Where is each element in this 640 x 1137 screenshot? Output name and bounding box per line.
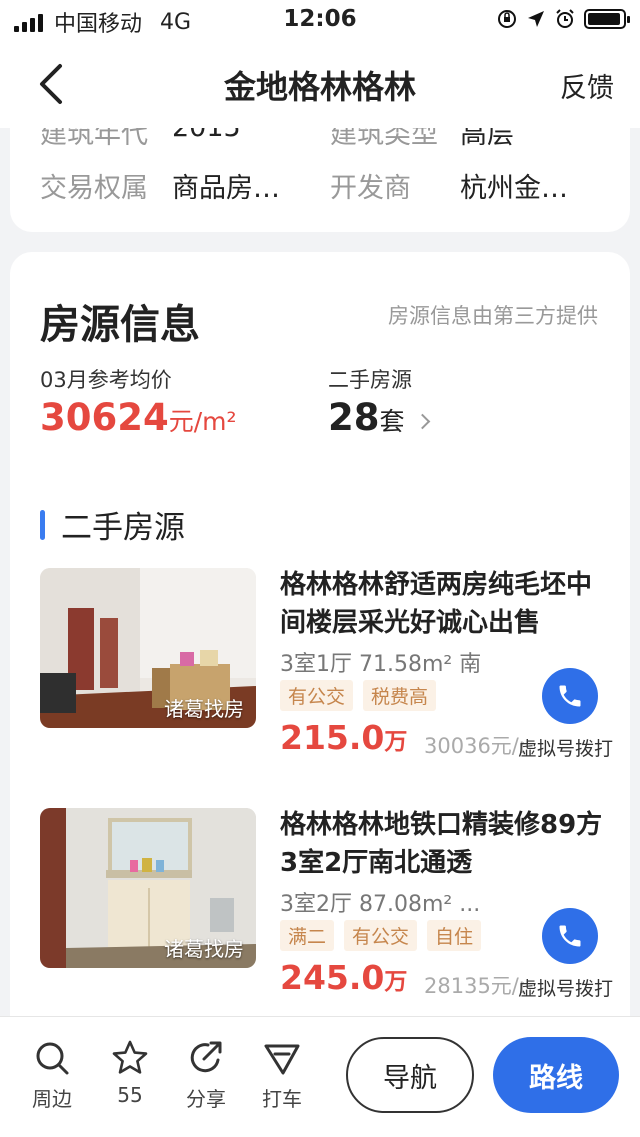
detail-value: 杭州金… [460,173,568,204]
listing-title: 格林格林地铁口精装修89方3室2厅南北通透 [280,810,603,878]
source-note: 房源信息由第三方提供 [388,304,598,328]
listing-tag: 自住 [427,920,482,951]
chevron-right-icon [414,413,430,430]
second-hand-count: 28 [328,396,380,439]
rotation-lock-icon [498,10,516,28]
feedback-button[interactable]: 反馈 [560,66,614,105]
listing-tag: 有公交 [344,920,418,951]
listing-specs: 3室1厅 71.58m² 南 [280,652,482,677]
listing-item[interactable]: 诸葛找房 格林格林舒适两房纯毛坯中间楼层采光好诚心出售 3室1厅 71.58m²… [40,568,630,760]
navigate-button[interactable]: 导航 [346,1037,474,1113]
photo-source-label: 诸葛找房 [164,937,244,961]
taxi-button[interactable]: 打车 [252,1039,312,1112]
photo-source-label: 诸葛找房 [164,697,244,721]
listing-price: 245.0万 [280,958,407,997]
call-label[interactable]: 虚拟号拨打 [518,734,613,761]
status-right [496,8,630,30]
listing-price: 215.0万 [280,718,407,757]
share-label: 分享 [186,1087,226,1111]
star-icon [112,1040,148,1074]
battery-icon [584,9,630,29]
subsection-heading: 二手房源 [40,502,185,547]
detail-key: 开发商 [330,173,411,204]
listing-tag: 有公交 [280,680,354,711]
listing-photo: 诸葛找房 [40,568,256,728]
favorite-count: 55 [117,1083,143,1107]
listing-price-value: 245.0 [280,958,385,997]
listing-tag: 税费高 [363,680,437,711]
listing-specs: 3室2厅 87.08m² ... [280,892,481,917]
avg-price-unit: 元/m² [168,407,237,436]
detail-value: 商品房… [172,173,280,204]
listing-price-unit: 万 [384,969,408,995]
avg-price-label: 03月参考均价 [40,368,172,392]
listing-unit-price: 28135元/m² [424,974,524,998]
subsection-title: 二手房源 [61,510,185,546]
alarm-icon [556,9,574,28]
call-button[interactable] [542,908,598,964]
call-label[interactable]: 虚拟号拨打 [518,974,613,1001]
bottom-action-bar: 周边 55 分享 打车 导航 路线 [0,1016,640,1137]
listing-tag: 满二 [280,920,335,951]
listing-price-value: 215.0 [280,718,385,757]
detail-row: 交易权属 商品房… 开发商 杭州金… [40,166,610,205]
avg-price-value: 30624 [40,396,169,439]
detail-key: 交易权属 [40,173,148,204]
phone-icon [559,925,581,947]
call-button[interactable] [542,668,598,724]
second-hand-count-link[interactable]: 28套 [328,396,430,439]
phone-icon [559,685,581,707]
nearby-button[interactable]: 周边 [22,1039,82,1112]
listing-title: 格林格林舒适两房纯毛坯中间楼层采光好诚心出售 [280,570,593,638]
heading-accent-bar [40,509,45,540]
second-hand-unit: 套 [379,407,405,436]
page-title: 金地格林格林 [223,68,416,106]
taxi-icon [264,1044,300,1075]
nav-bar: 金地格林格林 反馈 [0,40,640,128]
taxi-label: 打车 [262,1087,302,1111]
share-icon [190,1041,222,1073]
listing-info-card: 房源信息 房源信息由第三方提供 03月参考均价 30624元/m² 二手房源 2… [10,252,630,1052]
location-icon [528,11,544,27]
route-button[interactable]: 路线 [493,1037,619,1113]
avg-price: 30624元/m² [40,396,237,439]
nearby-label: 周边 [32,1087,72,1111]
listing-tags: 有公交 税费高 [280,680,446,711]
listing-photo: 诸葛找房 [40,808,256,968]
section-title: 房源信息 [40,302,200,348]
listing-price-unit: 万 [384,729,408,755]
listing-tags: 满二 有公交 自住 [280,920,491,951]
favorite-button[interactable]: 55 [100,1039,160,1107]
listing-unit-price: 30036元/m² [424,734,524,758]
share-button[interactable]: 分享 [176,1039,236,1112]
second-hand-label: 二手房源 [328,368,412,392]
status-bar: 中国移动 4G 12:06 [0,0,640,40]
search-icon [36,1042,69,1075]
listing-item[interactable]: 诸葛找房 格林格林地铁口精装修89方3室2厅南北通透 3室2厅 87.08m² … [40,808,630,1000]
